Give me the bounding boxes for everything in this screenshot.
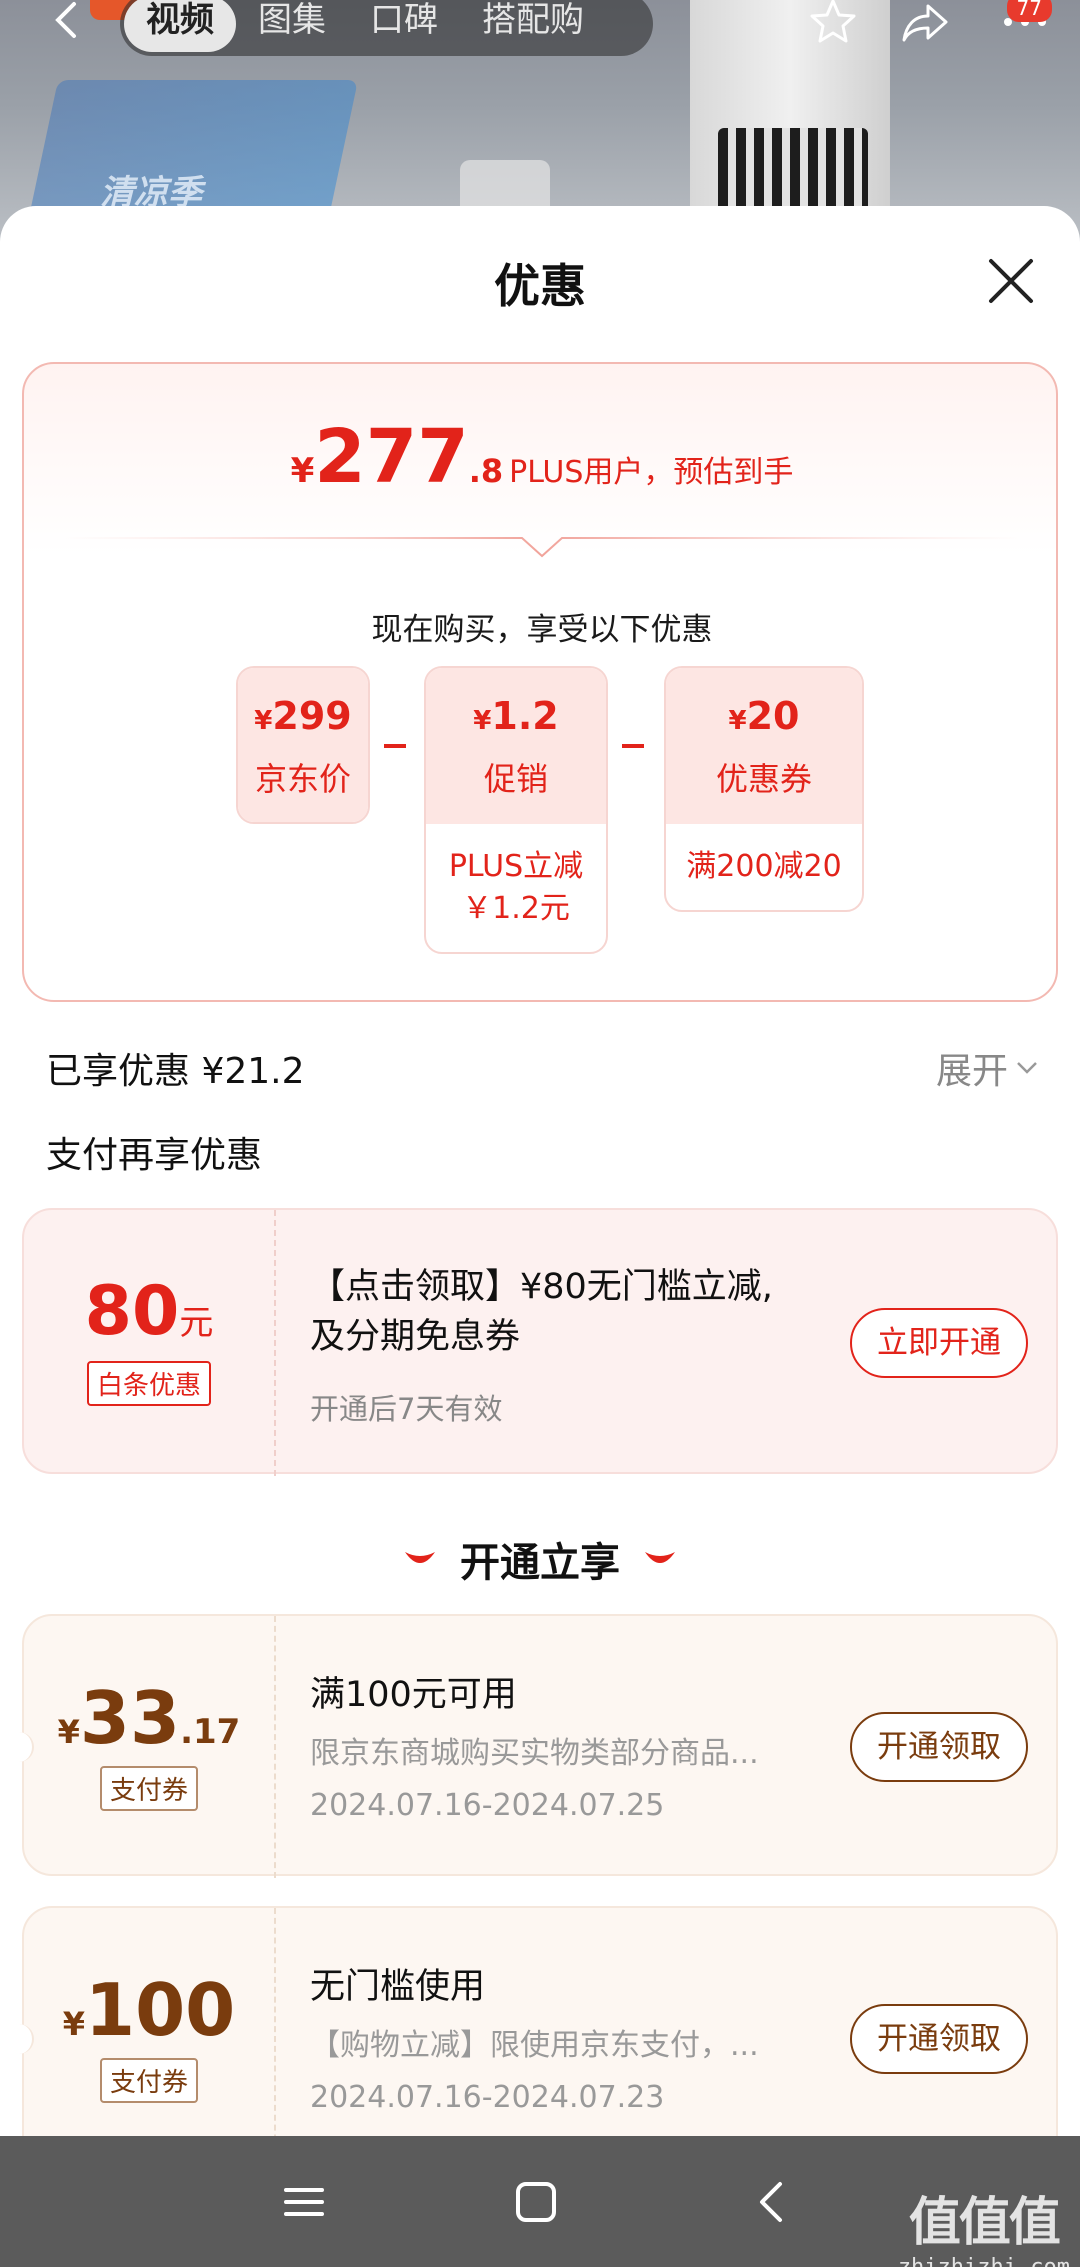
claim-coupon-button[interactable]: 开通领取 — [850, 1712, 1028, 1782]
coupon-title: 满100元可用 — [310, 1675, 517, 1715]
baitiao-tag: 白条优惠 — [86, 1361, 211, 1406]
coupon-description: 【购物立减】限使用京东支付，... — [310, 2028, 759, 2063]
smile-icon — [405, 1552, 435, 1563]
back-icon[interactable] — [48, 0, 88, 40]
coupon-amount-panel: ¥100 支付券 — [24, 1908, 276, 2136]
price-integer: 277 — [314, 414, 469, 500]
chevron-down-icon — [1017, 1062, 1037, 1074]
minus-sign — [622, 744, 644, 748]
baitiao-validity: 开通后7天有效 — [310, 1392, 503, 1426]
home-icon[interactable] — [506, 2172, 566, 2232]
chip-label: 优惠券 — [715, 760, 812, 798]
estimated-price: ¥277.8 PLUS用户，预估到手 — [24, 414, 1060, 500]
price-note: PLUS用户，预估到手 — [509, 455, 794, 490]
coupon-date-range: 2024.07.16-2024.07.23 — [310, 2080, 665, 2115]
chip-detail: PLUS立减￥1.2元 — [448, 849, 584, 926]
coupon-amount-panel: ¥33.17 支付券 — [24, 1616, 276, 1878]
chip-currency: ¥ — [254, 706, 273, 736]
payment-coupon-card: ¥100 支付券 无门槛使用 【购物立减】限使用京东支付，... 2024.07… — [12, 1906, 1058, 2136]
claim-coupon-button[interactable]: 开通领取 — [850, 2004, 1028, 2074]
baitiao-title: 【点击领取】¥80无门槛立减,及分期免息券 — [310, 1267, 773, 1357]
watermark-logo: 值值值 — [908, 2193, 1061, 2253]
baitiao-unit: 元 — [179, 1303, 214, 1343]
coupon-tag: 支付券 — [99, 2058, 198, 2103]
open-section-header: 开通立享 — [0, 1530, 1080, 1588]
chip-detail: 满200减20 — [686, 849, 842, 884]
payment-section-title: 支付再享优惠 — [46, 1135, 263, 1176]
baitiao-amount-panel: 80元 白条优惠 — [24, 1210, 276, 1476]
smile-icon — [645, 1552, 675, 1563]
top-actions: 77 — [806, 0, 1060, 44]
promotion-chip: ¥1.2 促销 PLUS立减￥1.2元 — [424, 666, 608, 954]
expand-button[interactable]: 展开 — [936, 1042, 1038, 1094]
share-icon[interactable] — [898, 0, 952, 44]
coupon-amount: 100 — [84, 1968, 236, 2052]
price-estimate-card: ¥277.8 PLUS用户，预估到手 现在购买，享受以下优惠 ¥299 京东价 ¥… — [22, 362, 1058, 1002]
chip-currency: ¥ — [473, 706, 492, 736]
menu-icon[interactable] — [274, 2172, 334, 2232]
discount-sheet: 优惠 ¥277.8 PLUS用户，预估到手 现在购买，享受以下优惠 ¥299 京东… — [0, 206, 1080, 2136]
estimate-subtitle: 现在购买，享受以下优惠 — [371, 612, 713, 648]
coupon-tag: 支付券 — [99, 1766, 198, 1811]
watermark-url: zhizhizhi.com — [898, 2255, 1070, 2267]
coupon-date-range: 2024.07.16-2024.07.25 — [310, 1788, 665, 1823]
coupon-amount: 33 — [79, 1676, 181, 1760]
coupon-currency: ¥ — [62, 2005, 85, 2043]
expand-label: 展开 — [935, 1051, 1008, 1092]
chip-label: 促销 — [483, 760, 548, 798]
baitiao-offer-card: 80元 白条优惠 【点击领取】¥80无门槛立减,及分期免息券 开通后7天有效 立… — [22, 1208, 1058, 1476]
open-section-title: 开通立享 — [460, 1540, 620, 1586]
tab-video[interactable]: 视频 — [124, 0, 236, 52]
baitiao-amount: 80 — [84, 1272, 180, 1351]
price-decimal: .8 — [468, 452, 504, 490]
tab-bundle[interactable]: 搭配购 — [460, 0, 606, 52]
chip-currency: ¥ — [728, 706, 747, 736]
price-divider — [64, 537, 1020, 558]
payment-coupon-card: ¥33.17 支付券 满100元可用 限京东商城购买实物类部分商品... 202… — [12, 1614, 1058, 1878]
notification-badge: 77 — [1006, 0, 1052, 22]
close-icon[interactable] — [986, 256, 1036, 306]
more-icon[interactable]: 77 — [990, 0, 1060, 44]
chip-value: 1.2 — [491, 694, 559, 738]
media-tabs: 视频 图集 口碑 搭配购 — [120, 0, 653, 56]
coupon-currency: ¥ — [57, 1713, 80, 1751]
star-icon[interactable] — [806, 0, 860, 44]
price-currency: ¥ — [290, 451, 315, 491]
tab-gallery[interactable]: 图集 — [236, 0, 348, 52]
chip-label: 京东价 — [254, 760, 351, 798]
coupon-decimal: .17 — [180, 1712, 241, 1752]
chip-value: 299 — [272, 694, 352, 738]
minus-sign — [384, 744, 406, 748]
coupon-title: 无门槛使用 — [310, 1967, 486, 2007]
watermark: 值值值 zhizhizhi.com — [898, 2180, 1070, 2267]
jd-price-chip: ¥299 京东价 — [236, 666, 370, 824]
chip-value: 20 — [746, 694, 800, 738]
sheet-title: 优惠 — [494, 259, 586, 313]
activate-now-button[interactable]: 立即开通 — [850, 1308, 1028, 1378]
enjoyed-discount: 已享优惠 ¥21.2 — [46, 1051, 305, 1092]
back-icon[interactable] — [742, 2172, 802, 2232]
coupon-description: 限京东商城购买实物类部分商品... — [310, 1736, 759, 1771]
tab-reviews[interactable]: 口碑 — [348, 0, 460, 52]
coupon-chip: ¥20 优惠券 满200减20 — [664, 666, 864, 912]
